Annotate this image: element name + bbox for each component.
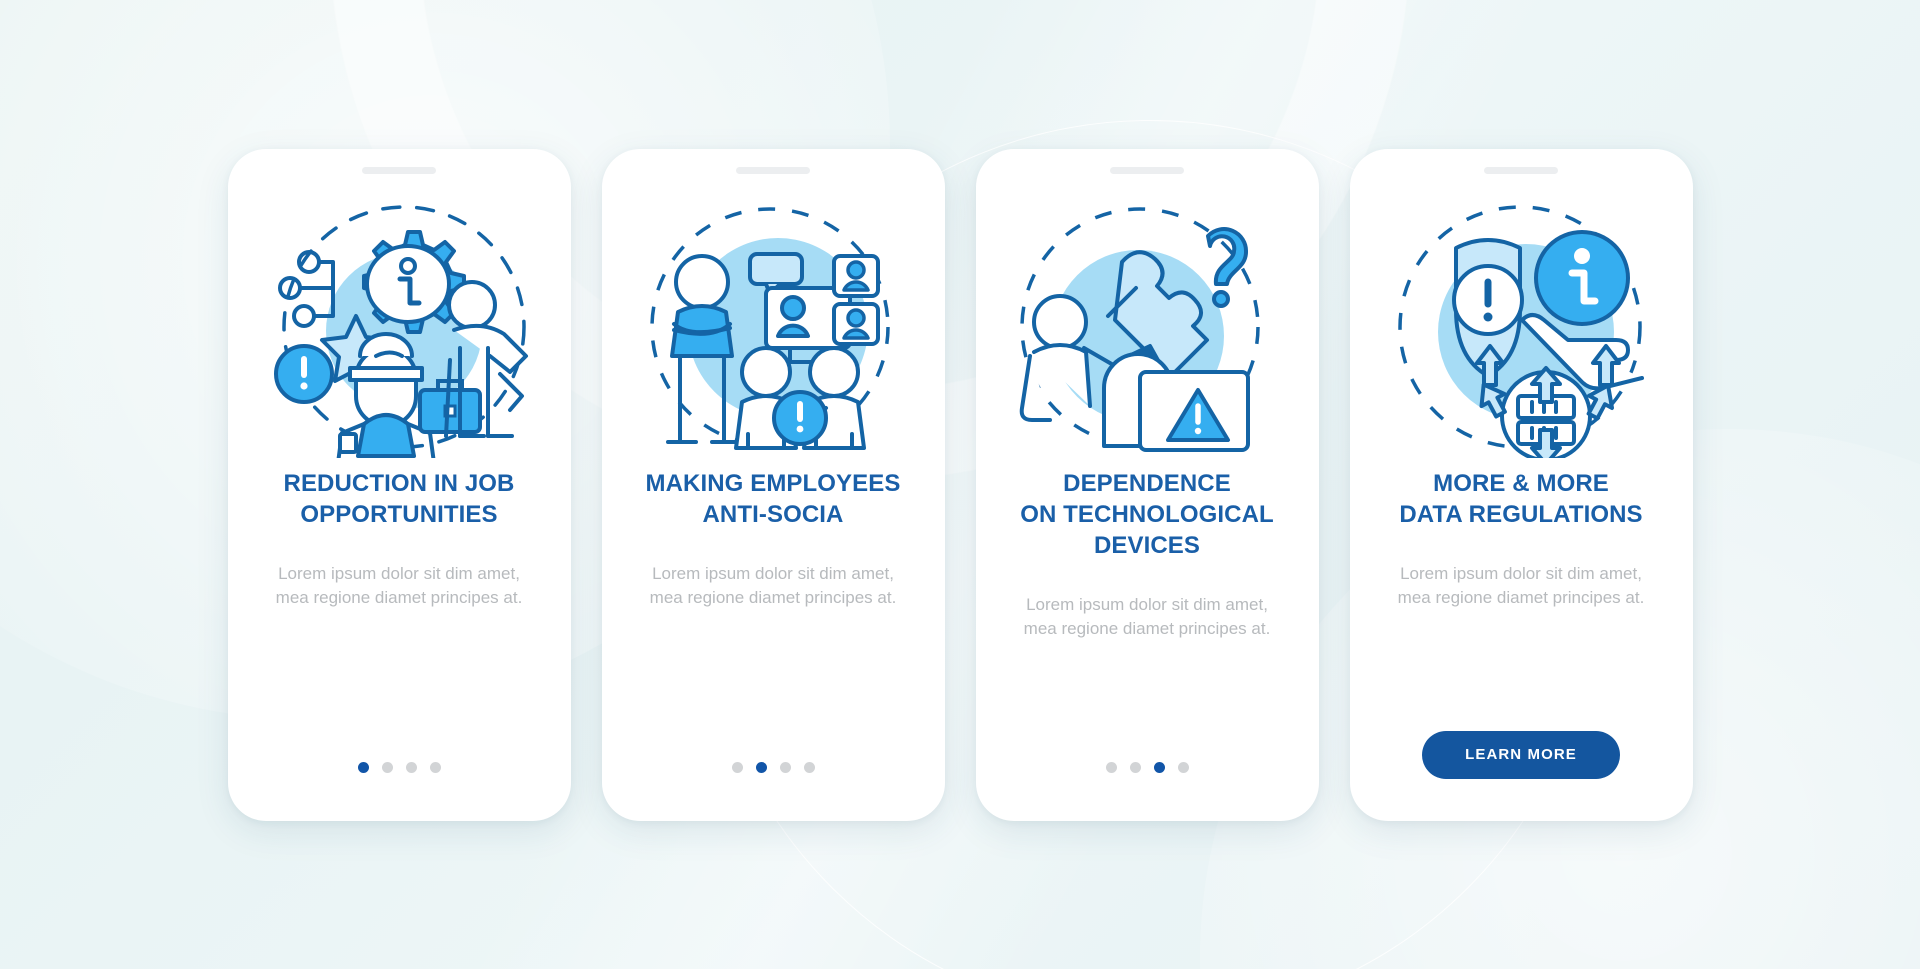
- pagination-dots[interactable]: [1105, 761, 1189, 773]
- data-regulations-illustration: [1381, 192, 1661, 462]
- card-description: Lorem ipsum dolor sit dim amet, mea regi…: [1397, 563, 1645, 607]
- pagination-dot[interactable]: [803, 761, 815, 773]
- card-title: MAKING EMPLOYEES ANTI-SOCIA: [645, 469, 901, 528]
- pagination-dot[interactable]: [1153, 761, 1165, 773]
- pagination-dots[interactable]: [357, 761, 441, 773]
- pagination-dot[interactable]: [381, 761, 393, 773]
- card-description: Lorem ipsum dolor sit dim amet, mea regi…: [275, 563, 523, 607]
- pagination-dot[interactable]: [1177, 761, 1189, 773]
- device-dependence-illustration: [1007, 192, 1287, 462]
- phone-speaker-bar: [1484, 166, 1558, 174]
- pagination-dot[interactable]: [755, 761, 767, 773]
- pagination-dot[interactable]: [357, 761, 369, 773]
- phone-speaker-bar: [362, 166, 436, 174]
- pagination-dot[interactable]: [1105, 761, 1117, 773]
- card-description: Lorem ipsum dolor sit dim amet, mea regi…: [1023, 595, 1271, 639]
- onboarding-card-4[interactable]: MORE & MORE DATA REGULATIONS Lorem ipsum…: [1349, 148, 1693, 821]
- job-reduction-illustration: [259, 192, 539, 462]
- phone-speaker-bar: [736, 166, 810, 174]
- learn-more-button[interactable]: LEARN MORE: [1422, 730, 1620, 779]
- card-title: MORE & MORE DATA REGULATIONS: [1399, 469, 1643, 528]
- onboarding-card-3[interactable]: DEPENDENCE ON TECHNOLOGICAL DEVICES Lore…: [975, 148, 1319, 821]
- pagination-dot[interactable]: [731, 761, 743, 773]
- onboarding-card-2[interactable]: MAKING EMPLOYEES ANTI-SOCIA Lorem ipsum …: [601, 148, 945, 821]
- pagination-dot[interactable]: [429, 761, 441, 773]
- card-title: REDUCTION IN JOB OPPORTUNITIES: [283, 469, 515, 528]
- card-title: DEPENDENCE ON TECHNOLOGICAL DEVICES: [1020, 469, 1274, 559]
- onboarding-card-1[interactable]: REDUCTION IN JOB OPPORTUNITIES Lorem ips…: [227, 148, 571, 821]
- pagination-dots[interactable]: [731, 761, 815, 773]
- card-description: Lorem ipsum dolor sit dim amet, mea regi…: [649, 563, 897, 607]
- pagination-dot[interactable]: [1129, 761, 1141, 773]
- anti-social-employees-illustration: [633, 192, 913, 462]
- pagination-dot[interactable]: [405, 761, 417, 773]
- phone-speaker-bar: [1110, 166, 1184, 174]
- pagination-dot[interactable]: [779, 761, 791, 773]
- onboarding-card-row: REDUCTION IN JOB OPPORTUNITIES Lorem ips…: [0, 0, 1920, 969]
